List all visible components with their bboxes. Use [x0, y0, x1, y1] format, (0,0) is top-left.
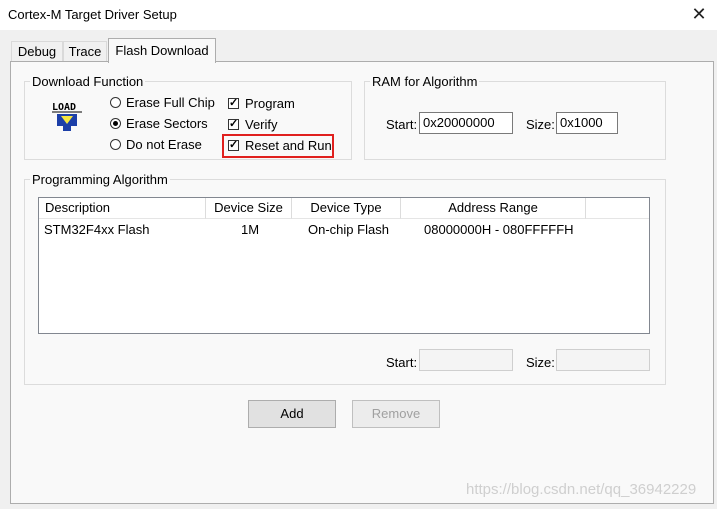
tab-flash-download[interactable]: Flash Download	[108, 38, 216, 63]
row-device-size: 1M	[241, 222, 260, 237]
download-function-legend: Download Function	[30, 74, 146, 89]
programming-algorithm-legend: Programming Algorithm	[30, 172, 170, 187]
do-not-erase-label[interactable]: Do not Erase	[126, 137, 202, 152]
erase-full-chip-label[interactable]: Erase Full Chip	[126, 95, 215, 110]
remove-button[interactable]: Remove	[352, 400, 440, 428]
column-address-range[interactable]: Address Range	[401, 198, 586, 219]
program-checkbox[interactable]: ✓	[228, 98, 239, 109]
add-button[interactable]: Add	[248, 400, 336, 428]
algorithm-start-label: Start:	[386, 355, 418, 370]
window-title: Cortex-M Target Driver Setup	[8, 7, 177, 22]
erase-sectors-radio[interactable]	[110, 118, 121, 129]
erase-sectors-label[interactable]: Erase Sectors	[126, 116, 208, 131]
row-description: STM32F4xx Flash	[44, 222, 150, 237]
verify-checkbox[interactable]: ✓	[228, 119, 239, 130]
tab-trace[interactable]: Trace	[63, 41, 107, 62]
algorithm-size-input[interactable]	[556, 349, 650, 371]
verify-label[interactable]: Verify	[245, 117, 278, 132]
load-icon-text: LOAD	[52, 102, 76, 113]
do-not-erase-radio[interactable]	[110, 139, 121, 150]
algorithm-list[interactable]: Description Device Size Device Type Addr…	[38, 197, 650, 334]
ram-size-input[interactable]: 0x1000	[556, 112, 618, 134]
table-row[interactable]: STM32F4xx Flash 1M On-chip Flash 0800000…	[39, 219, 649, 237]
algorithm-size-label: Size:	[526, 355, 555, 370]
ram-size-label: Size:	[526, 117, 555, 132]
load-icon: LOAD	[50, 99, 84, 133]
program-label[interactable]: Program	[245, 96, 295, 111]
ram-start-label: Start:	[386, 117, 418, 132]
close-icon[interactable]: ✕	[688, 4, 710, 24]
column-empty	[586, 198, 649, 219]
tab-debug[interactable]: Debug	[11, 41, 63, 62]
watermark-text: https://blog.csdn.net/qq_36942229	[466, 481, 697, 498]
row-device-type: On-chip Flash	[308, 222, 389, 237]
ram-start-input[interactable]: 0x20000000	[419, 112, 513, 134]
column-device-size[interactable]: Device Size	[206, 198, 292, 219]
ram-for-algorithm-legend: RAM for Algorithm	[370, 74, 480, 89]
column-description[interactable]: Description	[39, 198, 206, 219]
row-address-range: 08000000H - 080FFFFFH	[424, 222, 574, 237]
column-device-type[interactable]: Device Type	[292, 198, 401, 219]
algorithm-start-input[interactable]	[419, 349, 513, 371]
erase-full-chip-radio[interactable]	[110, 97, 121, 108]
reset-and-run-highlight	[222, 134, 334, 158]
